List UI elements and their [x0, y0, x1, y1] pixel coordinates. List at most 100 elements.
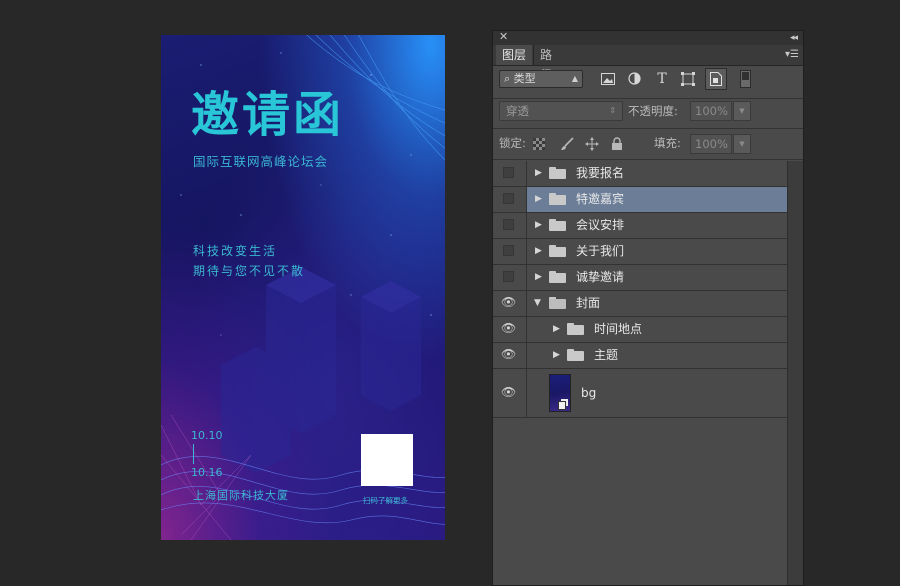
visibility-toggle[interactable]: 👁 [493, 343, 527, 368]
opacity-field[interactable]: 100% [690, 101, 732, 121]
expand-arrow-icon[interactable]: ▶ [535, 193, 542, 205]
filter-kind-label: 类型 [513, 72, 536, 85]
lock-paint-brush-icon[interactable] [560, 137, 574, 151]
poster-venue: 上海国际科技大厦 [193, 489, 289, 502]
qr-code-label: 扫码了解更多 [363, 496, 408, 505]
visibility-toggle[interactable] [493, 239, 527, 264]
visibility-toggle[interactable] [493, 161, 527, 186]
layer-name: 封面 [576, 296, 601, 310]
poster-slogan-line1: 科技改变生活 [193, 244, 278, 258]
adjustment-filter-icon[interactable] [626, 71, 642, 87]
fill-field[interactable]: 100% [690, 134, 732, 154]
layers-panel: ✕ ◂◂ 图层 路径 ▾☰ ⌕ 类型 ▲ T 穿透 ⇕ [492, 30, 804, 586]
shape-filter-icon[interactable] [680, 71, 696, 87]
poster-slogan-line2: 期待与您不见不散 [193, 264, 306, 278]
visibility-off-box [503, 193, 514, 204]
expand-arrow-icon[interactable]: ▶ [535, 271, 542, 283]
visibility-toggle[interactable] [493, 213, 527, 238]
layer-row[interactable]: ▶ 诚挚邀请 [493, 265, 787, 291]
poster-date-start: 10.10 [191, 429, 223, 442]
layer-name: 时间地点 [594, 322, 643, 336]
expand-arrow-icon[interactable]: ▶ [535, 219, 542, 231]
tab-paths[interactable]: 路径 [533, 45, 569, 82]
layer-row[interactable]: 👁 ▶ 时间地点 [493, 317, 787, 343]
layer-list: ▶ 我要报名 ▶ 特邀嘉宾 ▶ 会议安排 ▶ 关于我们 ▶ 诚挚邀请 👁 ▼ 封… [493, 161, 787, 418]
visibility-off-box [503, 245, 514, 256]
layer-name: 特邀嘉宾 [576, 192, 625, 206]
expand-arrow-icon[interactable]: ▶ [553, 349, 560, 361]
visibility-toggle[interactable]: 👁 [493, 369, 527, 417]
close-icon[interactable]: ✕ [499, 30, 508, 44]
collapse-arrow-icon[interactable]: ▼ [534, 297, 541, 309]
folder-icon [549, 245, 566, 257]
layer-row[interactable]: 👁 ▼ 封面 [493, 291, 787, 317]
poster-subtitle: 国际互联网高峰论坛会 [193, 154, 329, 169]
visibility-toggle[interactable]: 👁 [493, 291, 527, 316]
open-folder-icon [549, 297, 566, 309]
divider [493, 159, 803, 160]
expand-arrow-icon[interactable]: ▶ [535, 167, 542, 179]
blend-mode-select[interactable]: 穿透 ⇕ [499, 101, 623, 121]
search-icon: ⌕ [504, 72, 511, 85]
layer-name: 诚挚邀请 [576, 270, 625, 284]
tab-layers[interactable]: 图层 [496, 45, 532, 65]
opacity-dropdown-button[interactable]: ▼ [733, 101, 751, 121]
folder-icon [549, 167, 566, 179]
qr-code-placeholder [361, 434, 413, 486]
layer-row-selected[interactable]: ▶ 特邀嘉宾 [493, 187, 787, 213]
poster-canvas: 邀请函 国际互联网高峰论坛会 科技改变生活 期待与您不见不散 10.10 10.… [161, 35, 445, 540]
eye-icon: 👁 [501, 347, 517, 361]
fill-dropdown-button[interactable]: ▼ [733, 134, 751, 154]
poster-title: 邀请函 [191, 87, 345, 143]
visibility-toggle[interactable] [493, 187, 527, 212]
eye-icon: 👁 [501, 321, 517, 335]
expand-arrow-icon[interactable]: ▶ [553, 323, 560, 335]
text-filter-icon[interactable]: T [654, 71, 670, 87]
dropdown-arrow-icon: ⇕ [609, 106, 616, 115]
layer-row[interactable]: 👁 ▶ 主题 [493, 343, 787, 369]
visibility-off-box [503, 167, 514, 178]
dropdown-arrow-icon: ▲ [571, 74, 578, 83]
folder-icon [549, 193, 566, 205]
filter-row: ⌕ 类型 ▲ T [493, 66, 803, 98]
collapse-icon[interactable]: ◂◂ [790, 31, 798, 45]
opacity-label: 不透明度: [628, 104, 678, 118]
layer-name: 主题 [594, 348, 619, 362]
panel-titlebar[interactable]: ✕ ◂◂ [493, 30, 803, 45]
smart-object-filter-icon[interactable] [705, 68, 727, 90]
lock-all-icon[interactable] [610, 137, 624, 151]
lock-transparency-icon[interactable] [533, 138, 545, 150]
eye-icon: 👁 [501, 385, 517, 399]
filter-kind-select[interactable]: ⌕ 类型 ▲ [499, 70, 583, 88]
poster-date-end: 10.16 [191, 466, 223, 479]
fill-label: 填充: [654, 136, 681, 150]
visibility-off-box [503, 271, 514, 282]
folder-icon [549, 219, 566, 231]
layer-name: 关于我们 [576, 244, 625, 258]
layer-name: 我要报名 [576, 166, 625, 180]
expand-arrow-icon[interactable]: ▶ [535, 245, 542, 257]
lock-label: 锁定: [499, 136, 526, 150]
smart-object-badge-icon [558, 401, 566, 410]
visibility-toggle[interactable]: 👁 [493, 317, 527, 342]
visibility-toggle[interactable] [493, 265, 527, 290]
blend-row: 穿透 ⇕ 不透明度: 100% ▼ [493, 99, 803, 127]
layer-name: 会议安排 [576, 218, 625, 232]
image-filter-icon[interactable] [600, 71, 616, 87]
filter-toggle-switch[interactable] [740, 70, 751, 88]
lock-row: 锁定: 填充: 100% ▼ [493, 129, 803, 157]
poster-date-divider [193, 444, 194, 464]
layer-row[interactable]: 👁 bg [493, 369, 787, 418]
panel-menu-icon[interactable]: ▾☰ [785, 48, 799, 62]
layer-row[interactable]: ▶ 我要报名 [493, 161, 787, 187]
folder-icon [567, 323, 584, 335]
layer-row[interactable]: ▶ 会议安排 [493, 213, 787, 239]
layer-row[interactable]: ▶ 关于我们 [493, 239, 787, 265]
folder-icon [567, 349, 584, 361]
eye-icon: 👁 [501, 295, 517, 309]
lock-position-move-icon[interactable] [585, 137, 599, 151]
folder-icon [549, 271, 566, 283]
visibility-off-box [503, 219, 514, 230]
layer-list-scrollbar[interactable] [787, 161, 803, 585]
blend-mode-value: 穿透 [506, 104, 529, 118]
